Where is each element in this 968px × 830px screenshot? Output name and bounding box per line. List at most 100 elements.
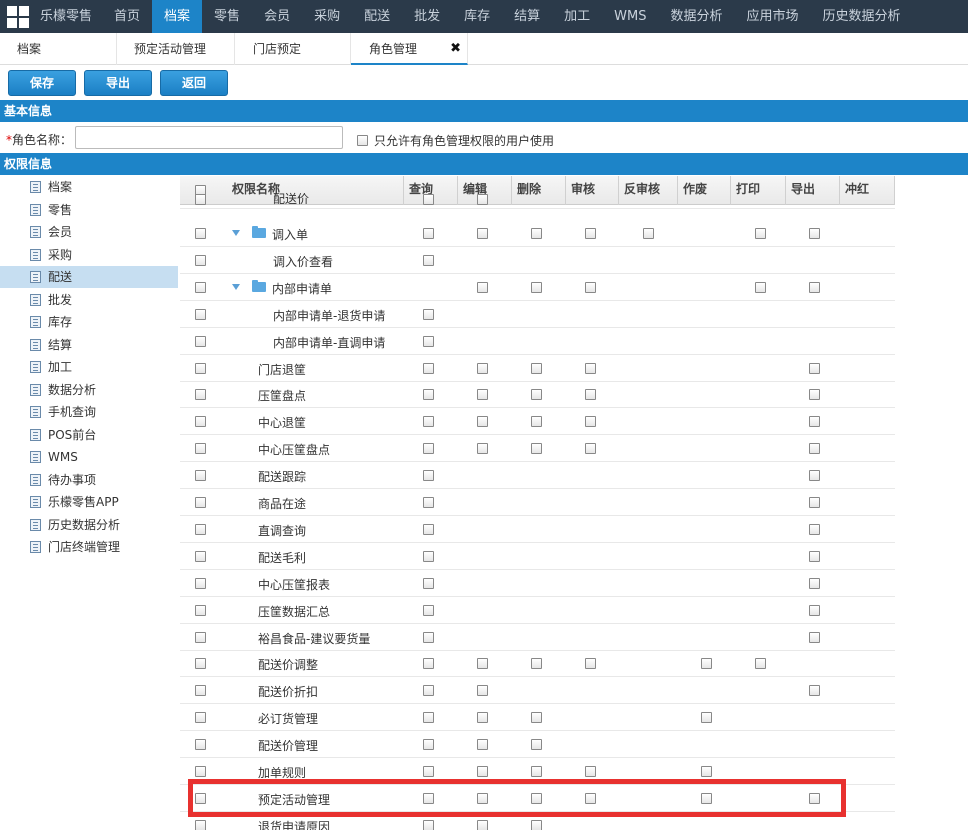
nav-item[interactable]: 配送 xyxy=(352,0,402,33)
row-select-checkbox[interactable] xyxy=(195,685,206,697)
tree-item[interactable]: 档案 xyxy=(0,176,178,198)
permission-checkbox[interactable] xyxy=(477,819,488,830)
row-select-checkbox[interactable] xyxy=(195,712,206,724)
permission-checkbox[interactable] xyxy=(423,416,434,428)
permission-checkbox[interactable] xyxy=(809,577,820,589)
permission-checkbox[interactable] xyxy=(531,416,542,428)
nav-item[interactable]: 加工 xyxy=(552,0,602,33)
back-button[interactable]: 返回 xyxy=(160,70,228,96)
permission-checkbox[interactable] xyxy=(531,443,542,455)
row-select-checkbox[interactable] xyxy=(195,308,206,320)
row-select-checkbox[interactable] xyxy=(195,254,206,266)
tree-item[interactable]: 待办事项 xyxy=(0,469,178,491)
tree-item[interactable]: 手机查询 xyxy=(0,401,178,423)
permission-checkbox[interactable] xyxy=(809,470,820,482)
tab-archive[interactable]: 档案 xyxy=(0,33,117,65)
permission-checkbox[interactable] xyxy=(531,766,542,777)
nav-item[interactable]: 应用市场 xyxy=(735,0,811,33)
permission-checkbox[interactable] xyxy=(423,254,434,266)
permission-checkbox[interactable] xyxy=(477,389,488,401)
permission-checkbox[interactable] xyxy=(531,658,542,670)
expand-caret-icon[interactable] xyxy=(232,283,240,290)
permission-checkbox[interactable] xyxy=(423,228,434,239)
nav-item[interactable]: 档案 xyxy=(152,0,203,33)
tree-item[interactable]: 库存 xyxy=(0,311,178,333)
tree-item[interactable]: WMS xyxy=(0,446,178,468)
permission-checkbox[interactable] xyxy=(477,739,488,751)
permission-checkbox[interactable] xyxy=(809,228,820,239)
nav-item[interactable]: 首页 xyxy=(102,0,152,33)
permission-checkbox[interactable] xyxy=(585,362,596,374)
permission-checkbox[interactable] xyxy=(755,281,766,293)
row-select-checkbox[interactable] xyxy=(195,739,206,751)
permission-checkbox[interactable] xyxy=(809,389,820,401)
tree-item[interactable]: 数据分析 xyxy=(0,379,178,401)
permission-checkbox[interactable] xyxy=(423,631,434,643)
permission-checkbox[interactable] xyxy=(477,685,488,697)
close-icon[interactable]: ✖ xyxy=(450,33,461,65)
permission-checkbox[interactable] xyxy=(423,604,434,616)
permission-checkbox[interactable] xyxy=(477,362,488,374)
nav-item[interactable]: WMS xyxy=(602,0,658,33)
nav-item[interactable]: 批发 xyxy=(402,0,452,33)
permission-checkbox[interactable] xyxy=(477,228,488,239)
permission-checkbox[interactable] xyxy=(585,658,596,670)
permission-checkbox[interactable] xyxy=(531,712,542,724)
tab-store-booking[interactable]: 门店预定 xyxy=(235,33,351,65)
permission-checkbox[interactable] xyxy=(423,819,434,830)
permission-checkbox[interactable] xyxy=(809,550,820,562)
row-select-checkbox[interactable] xyxy=(195,819,206,830)
expand-caret-icon[interactable] xyxy=(232,230,240,236)
permission-checkbox[interactable] xyxy=(701,766,712,777)
permission-checkbox[interactable] xyxy=(477,766,488,777)
nav-item[interactable]: 零售 xyxy=(202,0,252,33)
permission-checkbox[interactable] xyxy=(531,389,542,401)
permission-checkbox[interactable] xyxy=(809,362,820,374)
row-select-checkbox[interactable] xyxy=(195,443,206,455)
tree-item[interactable]: 结算 xyxy=(0,334,178,356)
permission-checkbox[interactable] xyxy=(423,712,434,724)
permission-checkbox[interactable] xyxy=(585,389,596,401)
permission-checkbox[interactable] xyxy=(643,228,654,239)
role-name-input[interactable] xyxy=(75,126,343,149)
permission-checkbox[interactable] xyxy=(585,766,596,777)
permission-checkbox[interactable] xyxy=(585,443,596,455)
tree-item[interactable]: 乐檬零售APP xyxy=(0,491,178,513)
row-select-checkbox[interactable] xyxy=(195,470,206,482)
permission-checkbox[interactable] xyxy=(755,228,766,239)
permission-checkbox[interactable] xyxy=(477,194,488,205)
permission-checkbox[interactable] xyxy=(477,416,488,428)
row-select-checkbox[interactable] xyxy=(195,766,206,777)
permission-checkbox[interactable] xyxy=(423,739,434,751)
nav-item[interactable]: 历史数据分析 xyxy=(811,0,913,33)
permission-checkbox[interactable] xyxy=(531,228,542,239)
permission-checkbox[interactable] xyxy=(809,443,820,455)
permission-checkbox[interactable] xyxy=(423,685,434,697)
only-role-perm-checkbox[interactable] xyxy=(357,135,368,146)
permission-checkbox[interactable] xyxy=(701,658,712,670)
permission-checkbox[interactable] xyxy=(585,228,596,239)
nav-item[interactable]: 数据分析 xyxy=(659,0,735,33)
row-select-checkbox[interactable] xyxy=(195,550,206,562)
nav-item[interactable]: 库存 xyxy=(452,0,502,33)
permission-checkbox[interactable] xyxy=(423,194,434,205)
nav-item[interactable]: 采购 xyxy=(302,0,352,33)
permission-checkbox[interactable] xyxy=(585,281,596,293)
tree-item[interactable]: 门店终端管理 xyxy=(0,536,178,558)
row-select-checkbox[interactable] xyxy=(195,523,206,535)
permission-checkbox[interactable] xyxy=(531,819,542,830)
permission-checkbox[interactable] xyxy=(809,416,820,428)
permission-checkbox[interactable] xyxy=(755,658,766,670)
row-select-checkbox[interactable] xyxy=(195,604,206,616)
row-select-checkbox[interactable] xyxy=(195,335,206,347)
permission-checkbox[interactable] xyxy=(809,685,820,697)
row-select-checkbox[interactable] xyxy=(195,281,206,293)
permission-checkbox[interactable] xyxy=(423,577,434,589)
permission-checkbox[interactable] xyxy=(809,604,820,616)
permission-checkbox[interactable] xyxy=(477,443,488,455)
permission-checkbox[interactable] xyxy=(531,281,542,293)
permission-checkbox[interactable] xyxy=(423,658,434,670)
tab-role-management[interactable]: 角色管理 ✖ xyxy=(351,33,468,65)
row-select-checkbox[interactable] xyxy=(195,362,206,374)
permission-checkbox[interactable] xyxy=(423,443,434,455)
